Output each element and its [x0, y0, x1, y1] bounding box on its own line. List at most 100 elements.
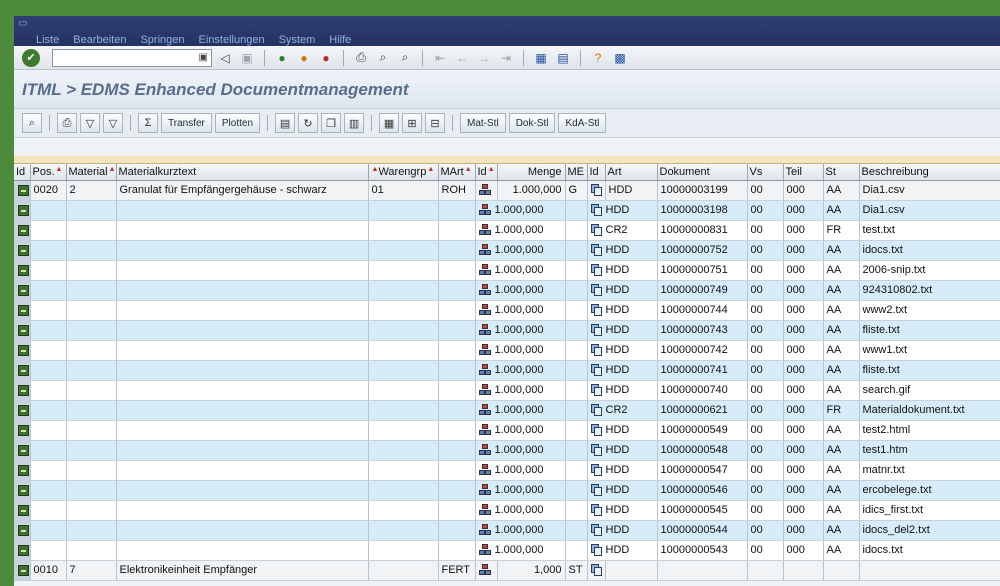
cell-materialkurztext[interactable] [116, 520, 369, 541]
row-selector[interactable] [14, 260, 31, 281]
cell-material[interactable] [66, 240, 117, 261]
cell-dokument[interactable]: 10000000740 [657, 380, 748, 401]
cell-material[interactable] [66, 280, 117, 301]
dok-stl-button[interactable]: Dok-Stl [508, 113, 556, 133]
row-marker-icon[interactable] [18, 244, 29, 256]
row-marker-icon[interactable] [18, 544, 29, 556]
row-selector[interactable] [14, 300, 31, 321]
cell-beschreibung[interactable]: test2.html [859, 420, 1000, 441]
bom-icon[interactable] [478, 504, 491, 516]
menu-hilfe[interactable]: Hilfe [329, 34, 351, 46]
cell-st[interactable]: AA [823, 200, 860, 221]
cell-mart[interactable]: ROH [438, 180, 476, 201]
cell-warengrp[interactable]: 01 [368, 180, 439, 201]
cell-mart[interactable] [438, 540, 476, 561]
cell-art[interactable] [605, 560, 658, 581]
row-selector[interactable] [14, 180, 31, 201]
row-selector[interactable] [14, 500, 31, 521]
document-icon[interactable] [590, 524, 603, 537]
cell-vs[interactable]: 00 [747, 240, 784, 261]
cell-vs[interactable]: 00 [747, 220, 784, 241]
menu-liste[interactable]: Liste [36, 34, 59, 46]
cell-beschreibung[interactable]: Materialdokument.txt [859, 400, 1000, 421]
cell-teil[interactable]: 000 [783, 520, 824, 541]
cell-materialkurztext[interactable] [116, 280, 369, 301]
cell-bom-id[interactable] [475, 180, 498, 201]
cell-me[interactable] [565, 360, 588, 381]
cell-teil[interactable] [783, 560, 824, 581]
menu-bearbeiten[interactable]: Bearbeiten [73, 34, 126, 46]
row-selector[interactable] [14, 480, 31, 501]
cell-vs[interactable]: 00 [747, 200, 784, 221]
cell-mart[interactable] [438, 280, 476, 301]
document-icon[interactable] [590, 244, 603, 257]
cell-teil[interactable]: 000 [783, 220, 824, 241]
cell-beschreibung[interactable]: fliste.txt [859, 320, 1000, 341]
cell-me[interactable] [565, 260, 588, 281]
cell-art[interactable]: HDD [587, 340, 658, 361]
cell-pos[interactable] [30, 240, 67, 261]
layout-menu-icon[interactable]: ▩ [611, 49, 629, 67]
cell-warengrp[interactable] [368, 320, 439, 341]
cell-pos[interactable] [30, 360, 67, 381]
cell-mart[interactable] [438, 240, 476, 261]
last-page-icon[interactable]: ⇥ [497, 49, 515, 67]
cell-mart[interactable] [438, 220, 476, 241]
row-selector[interactable] [14, 320, 31, 341]
row-selector[interactable] [14, 440, 31, 461]
cell-teil[interactable]: 000 [783, 240, 824, 261]
copy-icon[interactable]: ❐ [321, 113, 342, 133]
bom-icon[interactable] [478, 364, 491, 376]
print-icon[interactable]: ⎙ [352, 49, 370, 67]
cell-material[interactable] [66, 540, 117, 561]
row-selector[interactable] [14, 360, 31, 381]
cell-materialkurztext[interactable] [116, 440, 369, 461]
cell-material[interactable] [66, 260, 117, 281]
cell-vs[interactable]: 00 [747, 380, 784, 401]
table-row-material[interactable]: 0010 7 Elektronikeinheit Empfänger FERT 1,00… [14, 560, 1000, 581]
bom-icon[interactable] [478, 544, 491, 556]
cell-teil[interactable]: 000 [783, 300, 824, 321]
cell-dokument[interactable] [657, 560, 748, 581]
cell-me[interactable] [565, 440, 588, 461]
document-icon[interactable] [590, 204, 603, 217]
cell-vs[interactable]: 00 [747, 320, 784, 341]
col-teil[interactable]: Teil [783, 164, 824, 181]
cell-menge[interactable]: 1.000,000 [475, 520, 566, 541]
cell-material[interactable] [66, 340, 117, 361]
cell-me[interactable]: G [565, 180, 588, 201]
row-selector[interactable] [14, 240, 31, 261]
cell-beschreibung[interactable]: idocs_del2.txt [859, 520, 1000, 541]
cell-teil[interactable]: 000 [783, 200, 824, 221]
cell-art[interactable]: HDD [587, 420, 658, 441]
cell-warengrp[interactable] [368, 200, 439, 221]
help-icon[interactable]: ? [589, 49, 607, 67]
cell-pos[interactable] [30, 280, 67, 301]
col-art[interactable]: Art [605, 164, 658, 181]
cell-st[interactable]: AA [823, 280, 860, 301]
row-marker-icon[interactable] [18, 284, 29, 296]
cell-beschreibung[interactable]: search.gif [859, 380, 1000, 401]
cell-art[interactable]: HDD [587, 300, 658, 321]
cell-beschreibung[interactable]: 2006-snip.txt [859, 260, 1000, 281]
cell-warengrp[interactable] [368, 540, 439, 561]
cell-materialkurztext[interactable] [116, 200, 369, 221]
table-row-document[interactable]: 1.000,000 HDD 10000003198 00 000 AA Dia1.csv [14, 200, 1000, 221]
cell-teil[interactable]: 000 [783, 440, 824, 461]
bom-icon[interactable] [478, 424, 491, 436]
cell-menge[interactable]: 1.000,000 [475, 440, 566, 461]
refresh-icon[interactable]: ↻ [298, 113, 319, 133]
cell-mart[interactable] [438, 320, 476, 341]
cell-menge[interactable]: 1.000,000 [475, 280, 566, 301]
cell-menge[interactable]: 1.000,000 [475, 540, 566, 561]
cell-menge[interactable]: 1.000,000 [475, 320, 566, 341]
cell-warengrp[interactable] [368, 460, 439, 481]
cell-menge[interactable]: 1.000,000 [475, 340, 566, 361]
cell-menge[interactable]: 1.000,000 [475, 400, 566, 421]
cell-materialkurztext[interactable] [116, 300, 369, 321]
cell-beschreibung[interactable]: matnr.txt [859, 460, 1000, 481]
cell-mart[interactable] [438, 400, 476, 421]
cell-mart[interactable] [438, 480, 476, 501]
cell-warengrp[interactable] [368, 380, 439, 401]
cell-materialkurztext[interactable] [116, 540, 369, 561]
